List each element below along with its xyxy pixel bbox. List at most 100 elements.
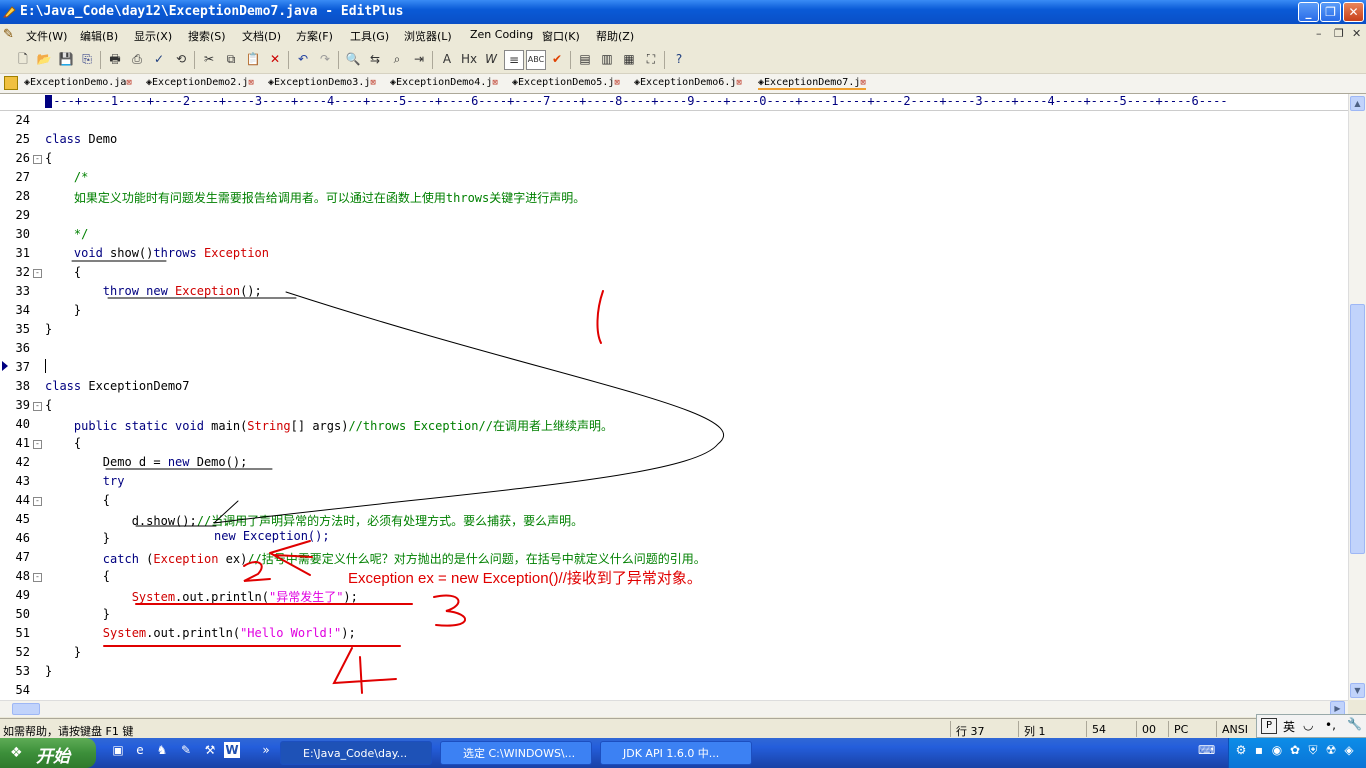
ime-language[interactable]: 英 <box>1283 718 1295 735</box>
find-in-files-icon[interactable]: ⌕ <box>388 50 406 68</box>
tab-exceptiondemo[interactable]: ◈ExceptionDemo.ja⊠ <box>24 77 132 88</box>
task-cmd[interactable]: 选定 C:\WINDOWS\... <box>440 741 592 765</box>
code-editor[interactable]: 24 25 class Demo 26-{27 /* 28 如果定义功能时有问题发生需要… <box>0 111 1348 700</box>
help-icon[interactable]: ? <box>670 50 688 68</box>
print-icon[interactable]: ⎙ <box>128 50 146 68</box>
start-button[interactable]: ❖ 开始 <box>0 738 96 768</box>
ie-icon[interactable]: e <box>132 742 148 758</box>
vertical-scrollbar[interactable]: ▲ ▼ <box>1348 94 1366 700</box>
ruler-icon[interactable]: ABC <box>526 50 546 70</box>
tab-close-icon: ⊠ <box>492 78 498 88</box>
mdi-minimize-button[interactable]: – <box>1316 27 1322 40</box>
editplus-launch-icon[interactable]: ✎ <box>178 742 194 758</box>
tab-exceptiondemo6[interactable]: ◈ExceptionDemo6.j⊠ <box>634 77 742 88</box>
tray-icon-2[interactable]: ▪ <box>1251 742 1267 758</box>
minimize-button[interactable]: _ <box>1298 2 1319 22</box>
tray-icon-1[interactable]: ⚙ <box>1233 742 1249 758</box>
menu-browser[interactable]: 浏览器(L) <box>404 28 452 44</box>
check-icon[interactable]: ✔ <box>548 50 566 68</box>
menu-file[interactable]: 文件(W) <box>26 28 67 44</box>
ime-logo-icon[interactable]: P <box>1261 718 1277 734</box>
redo-icon[interactable]: ↷ <box>316 50 334 68</box>
toolbar: 🗋 📂 💾 ⎘ 🖶 ⎙ ✓ ⟲ ✂ ⧉ 📋 ✕ ↶ ↷ 🔍 ⇆ ⌕ ⇥ A Hx… <box>0 47 1366 74</box>
menu-zen-coding[interactable]: Zen Coding <box>470 28 533 41</box>
output-window-icon[interactable]: ▦ <box>620 50 638 68</box>
tab-close-icon: ⊠ <box>860 78 866 88</box>
status-column-code: 00 <box>1142 723 1156 736</box>
start-label: 开始 <box>36 747 70 767</box>
more-icon[interactable]: » <box>258 742 274 758</box>
fullscreen-icon[interactable]: ⛶ <box>642 50 660 68</box>
print-preview-icon[interactable]: 🖶 <box>106 50 124 68</box>
font-icon[interactable]: A <box>438 50 456 68</box>
show-desktop-icon[interactable]: ▣ <box>110 742 126 758</box>
browser-preview-icon[interactable]: ⟲ <box>172 50 190 68</box>
ime-punctuation-icon[interactable]: ◡ <box>1303 718 1313 732</box>
vertical-scroll-thumb[interactable] <box>1350 304 1365 554</box>
tab-exceptiondemo7[interactable]: ◈ExceptionDemo7.j⊠ <box>758 77 866 90</box>
annotation-new-exception: new Exception(); <box>214 529 330 543</box>
scroll-down-icon[interactable]: ▼ <box>1350 683 1365 698</box>
annotation-strokes <box>71 260 725 694</box>
copy-icon[interactable]: ⧉ <box>222 50 240 68</box>
folder-icon <box>4 76 18 90</box>
menu-bar: ✎ 文件(W) 编辑(B) 显示(X) 搜索(S) 文档(D) 方案(F) 工具… <box>0 24 1366 46</box>
cliptext-window-icon[interactable]: ▥ <box>598 50 616 68</box>
word-wrap-icon[interactable]: W <box>482 50 500 68</box>
menu-search[interactable]: 搜索(S) <box>188 28 226 44</box>
pencil-icon: ✎ <box>3 27 14 42</box>
tray-keyboard-icon[interactable]: ⌨ <box>1198 742 1215 758</box>
tray-network-icon[interactable]: ◈ <box>1341 742 1357 758</box>
delete-icon[interactable]: ✕ <box>266 50 284 68</box>
task-editplus[interactable]: E:\Java_Code\day... <box>280 741 432 765</box>
quicklaunch-icon[interactable]: ♞ <box>154 742 170 758</box>
tools-launch-icon[interactable]: ⚒ <box>202 742 218 758</box>
find-icon[interactable]: 🔍 <box>344 50 362 68</box>
task-jdk-api[interactable]: JDK API 1.6.0 中... <box>600 741 752 765</box>
open-folder-icon[interactable]: 📂 <box>35 50 53 68</box>
tray-antivirus-icon[interactable]: ☢ <box>1323 742 1339 758</box>
status-row: 行 37 <box>956 725 985 738</box>
mdi-restore-button[interactable]: ❐ <box>1334 27 1344 40</box>
tab-close-icon: ⊠ <box>248 78 254 88</box>
tab-exceptiondemo2[interactable]: ◈ExceptionDemo2.j⊠ <box>146 77 254 88</box>
word-icon[interactable]: W <box>224 742 240 758</box>
line-number-icon[interactable]: ≡ <box>504 50 524 70</box>
horizontal-scroll-thumb[interactable] <box>12 703 40 715</box>
status-encoding: ANSI <box>1222 723 1248 736</box>
undo-icon[interactable]: ↶ <box>294 50 312 68</box>
ime-settings-icon[interactable]: 🔧 <box>1347 717 1362 731</box>
menu-project[interactable]: 方案(F) <box>296 28 333 44</box>
title-bar: E:\Java_Code\day12\ExceptionDemo7.java -… <box>0 0 1366 24</box>
save-icon[interactable]: 💾 <box>57 50 75 68</box>
close-button[interactable]: ✕ <box>1343 2 1364 22</box>
tab-exceptiondemo5[interactable]: ◈ExceptionDemo5.j⊠ <box>512 77 620 88</box>
menu-help[interactable]: 帮助(Z) <box>596 28 634 44</box>
annotation-exception-ex: Exception ex = new Exception()//接收到了异常对象… <box>348 570 702 587</box>
tray-shield-icon[interactable]: ⛨ <box>1305 742 1321 758</box>
save-all-icon[interactable]: ⎘ <box>78 50 96 68</box>
paste-icon[interactable]: 📋 <box>244 50 262 68</box>
tab-exceptiondemo3[interactable]: ◈ExceptionDemo3.j⊠ <box>268 77 376 88</box>
tab-exceptiondemo4[interactable]: ◈ExceptionDemo4.j⊠ <box>390 77 498 88</box>
tray-icon-3[interactable]: ◉ <box>1269 742 1285 758</box>
new-file-icon[interactable]: 🗋 <box>14 50 32 68</box>
horizontal-scrollbar[interactable]: ▶ <box>0 700 1348 717</box>
maximize-button[interactable]: ❐ <box>1320 2 1341 22</box>
tray-icon-4[interactable]: ✿ <box>1287 742 1303 758</box>
goto-line-icon[interactable]: ⇥ <box>410 50 428 68</box>
menu-tools[interactable]: 工具(G) <box>350 28 389 44</box>
cut-icon[interactable]: ✂ <box>200 50 218 68</box>
spell-check-icon[interactable]: ✓ <box>150 50 168 68</box>
ime-dot-icon[interactable]: •, <box>1325 718 1336 732</box>
mdi-close-button[interactable]: ✕ <box>1352 27 1361 40</box>
scroll-up-icon[interactable]: ▲ <box>1350 96 1365 111</box>
menu-view[interactable]: 显示(X) <box>134 28 172 44</box>
hex-view-icon[interactable]: Hx <box>460 50 478 68</box>
directory-window-icon[interactable]: ▤ <box>576 50 594 68</box>
menu-document[interactable]: 文档(D) <box>242 28 281 44</box>
menu-window[interactable]: 窗口(K) <box>542 28 580 44</box>
menu-edit[interactable]: 编辑(B) <box>80 28 118 44</box>
replace-icon[interactable]: ⇆ <box>366 50 384 68</box>
ime-toolbar[interactable]: P 英 ◡ •, 🔧 <box>1256 714 1366 738</box>
